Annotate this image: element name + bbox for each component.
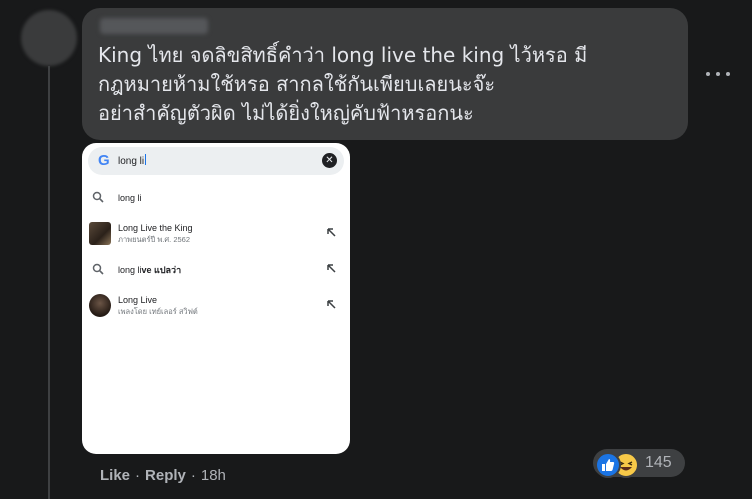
reply-button[interactable]: Reply: [145, 467, 186, 484]
more-dot-icon: [706, 72, 710, 76]
attached-screenshot[interactable]: G long li ✕ long li Long Live the King ภ…: [82, 143, 350, 454]
search-icon: [92, 191, 104, 203]
suggestion-title: long live แปลว่า: [118, 265, 182, 275]
fill-query-arrow-icon: [327, 300, 336, 309]
separator: ·: [135, 467, 141, 484]
suggestion-title: Long Live the King: [118, 223, 193, 233]
search-icon: [92, 263, 104, 275]
comment-actions: Like · Reply · 18h: [100, 466, 226, 486]
timestamp-link[interactable]: 18h: [201, 467, 226, 484]
more-dot-icon: [716, 72, 720, 76]
comment-text: King ไทย จดลิขสิทธิ์คำว่า long live the …: [98, 43, 588, 125]
more-options-button[interactable]: [706, 64, 730, 84]
suggestion-subtitle: เพลงโดย เทย์เลอร์ สวิฟต์: [118, 307, 198, 316]
reaction-count: 145: [645, 454, 672, 471]
comment-bubble: King ไทย จดลิขสิทธิ์คำว่า long live the …: [82, 8, 688, 140]
google-logo-icon: G: [98, 152, 110, 169]
separator: ·: [190, 467, 196, 484]
suggestion-row: Long Live the King ภาพยนตร์ปี พ.ศ. 2562: [82, 217, 350, 251]
suggestion-subtitle: ภาพยนตร์ปี พ.ศ. 2562: [118, 235, 191, 244]
fill-query-arrow-icon: [327, 228, 336, 237]
like-button[interactable]: Like: [100, 467, 130, 484]
suggestion-row: long li: [82, 181, 350, 215]
author-name-redacted[interactable]: [100, 18, 208, 34]
search-bar: G long li ✕: [88, 147, 344, 175]
like-icon: [595, 452, 621, 478]
clear-icon: ✕: [322, 153, 337, 168]
movie-thumbnail-icon: [89, 222, 111, 245]
suggestion-row: long live แปลว่า: [82, 253, 350, 287]
more-dot-icon: [726, 72, 730, 76]
suggestion-row: Long Live เพลงโดย เทย์เลอร์ สวิฟต์: [82, 289, 350, 323]
fill-query-arrow-icon: [327, 264, 336, 273]
reactions-summary[interactable]: 145: [593, 449, 685, 478]
thread-line: [48, 66, 50, 499]
suggestion-title: Long Live: [118, 295, 158, 305]
suggestion-title: long li: [118, 193, 142, 203]
search-query: long li: [118, 154, 147, 167]
artist-thumbnail-icon: [89, 294, 111, 317]
commenter-avatar[interactable]: [21, 10, 77, 66]
